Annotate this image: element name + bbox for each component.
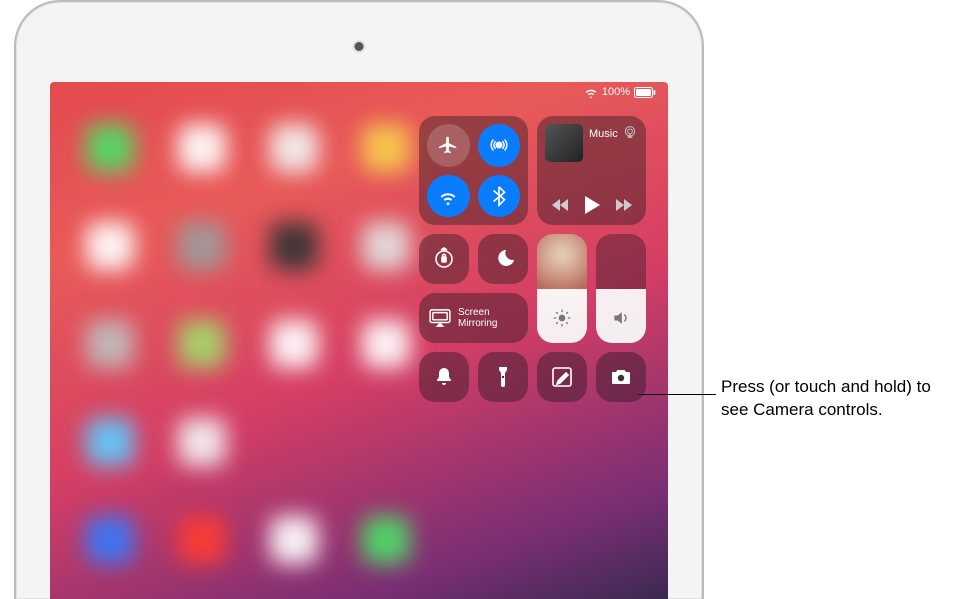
bluetooth-button[interactable] — [478, 175, 521, 218]
volume-slider[interactable] — [596, 234, 646, 343]
notes-button[interactable] — [537, 352, 587, 402]
screen-mirroring-button[interactable]: Screen Mirroring — [419, 293, 528, 343]
play-button[interactable] — [583, 195, 601, 215]
airplane-mode-button[interactable] — [427, 124, 470, 167]
volume-icon — [611, 308, 631, 333]
brightness-slider[interactable] — [537, 234, 587, 343]
airplay-audio-icon[interactable] — [622, 124, 638, 145]
battery-level: 100% — [602, 86, 630, 98]
next-track-button[interactable] — [615, 198, 633, 212]
music-widget[interactable]: Music — [537, 116, 646, 225]
ipad-screen: 100% — [50, 82, 668, 599]
camera-button[interactable] — [596, 352, 646, 402]
silent-mode-button[interactable] — [419, 352, 469, 402]
screen-mirroring-label: Screen Mirroring — [458, 307, 510, 329]
ipad-front-camera — [355, 42, 364, 51]
brightness-icon — [552, 308, 572, 333]
airdrop-button[interactable] — [478, 124, 521, 167]
connectivity-group[interactable] — [419, 116, 528, 225]
battery-icon — [634, 87, 656, 98]
music-app-label: Music — [589, 128, 618, 140]
callout-leader-line — [638, 394, 716, 395]
rotation-lock-button[interactable] — [419, 234, 469, 284]
status-bar: 100% — [584, 86, 656, 98]
wifi-button[interactable] — [427, 175, 470, 218]
flashlight-button[interactable] — [478, 352, 528, 402]
camera-callout-text: Press (or touch and hold) to see Camera … — [721, 376, 951, 422]
wifi-status-icon — [584, 87, 598, 98]
do-not-disturb-button[interactable] — [478, 234, 528, 284]
ipad-frame: 100% — [14, 0, 704, 599]
control-center: Music — [419, 116, 646, 402]
album-art — [545, 124, 583, 162]
previous-track-button[interactable] — [551, 198, 569, 212]
